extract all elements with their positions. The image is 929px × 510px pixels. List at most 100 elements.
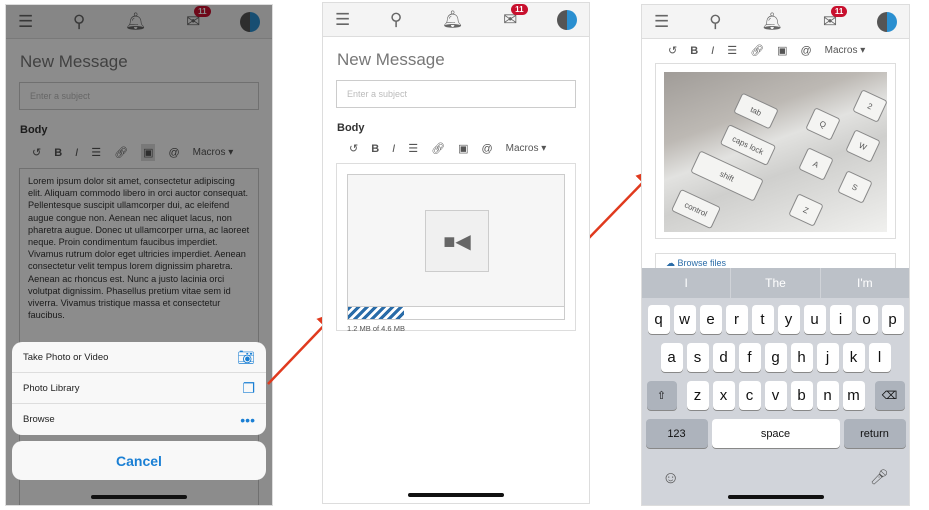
upload-progress-bar xyxy=(348,306,564,319)
suggestion[interactable]: The xyxy=(731,268,821,298)
upload-area: ■◀ 1.2 MB of 4.6 MB xyxy=(336,163,576,333)
suggestion-bar: I The I'm xyxy=(642,268,909,298)
inbox-icon[interactable]: ✉ 11 xyxy=(503,3,528,30)
key[interactable]: w xyxy=(673,305,696,334)
take-photo-option[interactable]: Take Photo or Video 📷︎ xyxy=(12,342,266,373)
key[interactable]: o xyxy=(855,305,878,334)
key[interactable]: t xyxy=(751,305,774,334)
key[interactable]: v xyxy=(764,381,787,410)
page-title: New Message xyxy=(337,50,445,69)
macros-dropdown[interactable]: Macros ▾ xyxy=(506,143,547,154)
browse-option[interactable]: Browse ••• xyxy=(12,404,266,435)
bold-icon[interactable]: B xyxy=(690,45,698,57)
key[interactable]: x xyxy=(712,381,735,410)
menu-icon[interactable]: ☰ xyxy=(335,10,350,30)
video-placeholder: ■◀ xyxy=(347,174,565,320)
photo-key: tab xyxy=(733,92,779,130)
more-icon: ••• xyxy=(240,411,255,428)
option-label: Photo Library xyxy=(23,382,80,394)
key[interactable]: a xyxy=(660,343,683,372)
bell-icon[interactable]: 🔔︎ xyxy=(442,10,464,30)
cancel-button[interactable]: Cancel xyxy=(12,441,266,480)
badge-count: 11 xyxy=(830,5,848,17)
suggestion[interactable]: I xyxy=(642,268,732,298)
key[interactable]: n xyxy=(816,381,839,410)
avatar[interactable] xyxy=(556,9,577,30)
key[interactable]: y xyxy=(777,305,800,334)
editor-toolbar: ↺ B I ☰ 🔗︎ ▣ @ Macros ▾ xyxy=(668,44,909,58)
key[interactable]: u xyxy=(803,305,826,334)
shift-key[interactable]: ⇧ xyxy=(646,381,677,410)
upload-icon: ☁ xyxy=(666,258,678,268)
subject-input[interactable]: Enter a subject xyxy=(336,80,576,108)
key[interactable]: s xyxy=(686,343,709,372)
screen-uploading: ☰ ⚲ 🔔︎ ✉ 11 New Message Enter a subject B… xyxy=(322,2,590,504)
key[interactable]: p xyxy=(881,305,904,334)
inbox-icon[interactable]: ✉ 11 xyxy=(823,5,848,32)
key[interactable]: j xyxy=(816,343,839,372)
browse-files-label: Browse files xyxy=(677,258,727,268)
key[interactable]: b xyxy=(790,381,813,410)
editor-toolbar: ↺ B I ☰ 🔗︎ ▣ @ Macros ▾ xyxy=(349,142,589,156)
undo-icon[interactable]: ↺ xyxy=(349,142,358,155)
action-sheet: Take Photo or Video 📷︎ Photo Library ❐ Bro… xyxy=(12,342,266,435)
avatar[interactable] xyxy=(876,11,897,32)
home-indicator xyxy=(727,495,824,499)
image-icon[interactable]: ▣ xyxy=(777,44,787,57)
undo-icon[interactable]: ↺ xyxy=(668,44,677,57)
link-icon[interactable]: 🔗︎ xyxy=(750,44,764,57)
inserted-keyboard-photo: tab caps lock shift control Q W A S Z 2 xyxy=(664,72,887,232)
key[interactable]: h xyxy=(790,343,813,372)
home-indicator xyxy=(91,495,187,499)
photo-library-icon: ❐ xyxy=(242,379,255,396)
key-row-3: ⇧ zxcvbnm ⌫ xyxy=(642,381,909,410)
key[interactable]: d xyxy=(712,343,735,372)
search-icon[interactable]: ⚲ xyxy=(709,12,721,32)
option-label: Take Photo or Video xyxy=(23,351,109,363)
body-editor[interactable]: tab caps lock shift control Q W A S Z 2 xyxy=(655,63,896,239)
mention-icon[interactable]: @ xyxy=(800,45,811,57)
image-icon[interactable]: ▣ xyxy=(458,142,468,155)
key[interactable]: g xyxy=(764,343,787,372)
badge-count: 11 xyxy=(511,3,528,15)
key[interactable]: z xyxy=(686,381,709,410)
italic-icon[interactable]: I xyxy=(711,45,714,57)
key-row-2: asdfghjkl xyxy=(642,343,909,372)
macros-dropdown[interactable]: Macros ▾ xyxy=(825,45,866,56)
italic-icon[interactable]: I xyxy=(392,143,395,155)
list-icon[interactable]: ☰ xyxy=(408,142,418,155)
link-icon[interactable]: 🔗︎ xyxy=(431,142,445,155)
top-nav: ☰ ⚲ 🔔︎ ✉ 11 xyxy=(642,5,909,39)
photo-key: 2 xyxy=(852,89,887,123)
key[interactable]: q xyxy=(647,305,670,334)
progress-fill xyxy=(348,307,405,319)
camera-icon: 📷︎ xyxy=(237,348,255,365)
bold-icon[interactable]: B xyxy=(371,143,379,155)
numbers-key[interactable]: 123 xyxy=(645,419,708,448)
backspace-key[interactable]: ⌫ xyxy=(874,381,905,410)
key[interactable]: e xyxy=(699,305,722,334)
key[interactable]: c xyxy=(738,381,761,410)
list-icon[interactable]: ☰ xyxy=(727,44,737,57)
key[interactable]: f xyxy=(738,343,761,372)
key[interactable]: k xyxy=(842,343,865,372)
upload-progress-text: 1.2 MB of 4.6 MB xyxy=(347,324,405,333)
key[interactable]: r xyxy=(725,305,748,334)
key[interactable]: i xyxy=(829,305,852,334)
emoji-icon[interactable]: ☺ xyxy=(662,468,679,488)
video-camera-icon: ■◀ xyxy=(425,210,489,272)
microphone-icon[interactable]: 🎤︎ xyxy=(870,468,889,486)
search-icon[interactable]: ⚲ xyxy=(390,10,402,30)
key[interactable]: m xyxy=(842,381,865,410)
suggestion[interactable]: I'm xyxy=(821,268,909,298)
photo-library-option[interactable]: Photo Library ❐ xyxy=(12,373,266,404)
key[interactable]: l xyxy=(868,343,891,372)
return-key[interactable]: return xyxy=(843,419,906,448)
space-key[interactable]: space xyxy=(711,419,840,448)
menu-icon[interactable]: ☰ xyxy=(654,12,669,32)
photo-key: control xyxy=(670,188,722,230)
mention-icon[interactable]: @ xyxy=(481,143,492,155)
bell-icon[interactable]: 🔔︎ xyxy=(761,12,783,32)
screen-photo-inserted: ☰ ⚲ 🔔︎ ✉ 11 ↺ B I ☰ 🔗︎ ▣ @ Macros ▾ tab caps loc… xyxy=(641,4,910,506)
key-row-1: qwertyuiop xyxy=(642,305,909,334)
